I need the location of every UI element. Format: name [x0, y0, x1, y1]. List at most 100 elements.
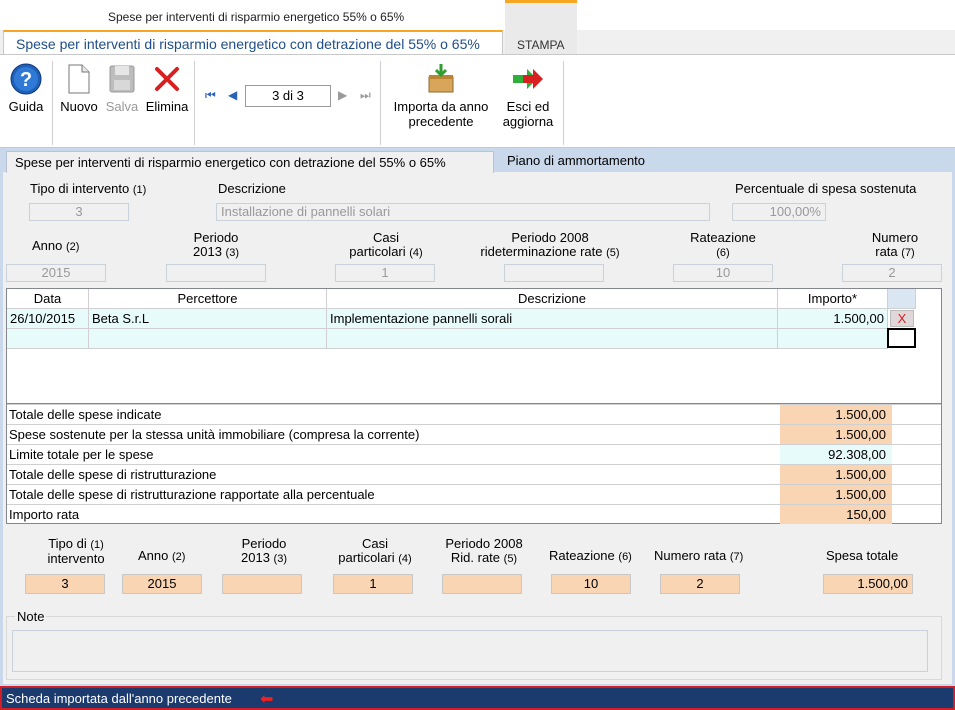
- separator: [194, 61, 195, 145]
- tab-stampa[interactable]: STAMPA: [505, 0, 577, 54]
- import-archive-icon: [428, 64, 454, 93]
- anno-field[interactable]: 2015: [6, 264, 106, 282]
- tab-stampa-label: STAMPA: [517, 38, 565, 52]
- grid-header-delete: [888, 289, 916, 309]
- separator: [563, 61, 564, 145]
- summary-tipo-field[interactable]: 3: [25, 574, 105, 594]
- total-value: 1.500,00: [780, 485, 892, 504]
- grid-focused-cell[interactable]: [887, 328, 916, 348]
- tab-main[interactable]: Spese per interventi di risparmio energe…: [3, 30, 503, 54]
- svg-text:?: ?: [20, 69, 32, 91]
- elimina-label: Elimina: [145, 99, 189, 114]
- note-label: Note: [15, 609, 47, 624]
- total-row: Totale delle spese di ristrutturazione 1.…: [7, 464, 941, 484]
- rateazione-field[interactable]: 10: [673, 264, 773, 282]
- next-record-icon[interactable]: ▶: [338, 88, 347, 102]
- total-label: Importo rata: [9, 507, 80, 522]
- subtab-spese[interactable]: Spese per interventi di risparmio energe…: [6, 151, 494, 173]
- salva-button[interactable]: Salva: [103, 63, 141, 114]
- total-label: Limite totale per le spese: [9, 447, 154, 462]
- exit-arrow-icon: [513, 69, 543, 89]
- importa-label-1: Importa da anno: [393, 99, 489, 114]
- table-cell-importo[interactable]: 1.500,00: [778, 309, 888, 329]
- note-textarea[interactable]: [12, 630, 928, 672]
- periodo-2013-field[interactable]: [166, 264, 266, 282]
- summary-anno-field[interactable]: 2015: [122, 574, 202, 594]
- expenses-grid[interactable]: Data Percettore Descrizione Importo* 26/…: [6, 288, 942, 404]
- subtab-spese-label: Spese per interventi di risparmio energe…: [15, 155, 446, 170]
- percentuale-field[interactable]: 100,00%: [732, 203, 826, 221]
- anno-label: Anno (2): [32, 238, 80, 254]
- total-label: Totale delle spese di ristrutturazione r…: [9, 487, 375, 502]
- table-cell-percettore-new[interactable]: [89, 329, 327, 349]
- toolbar-ribbon: ? Guida Nuovo Salva Elimina ⏮ ◀ 3 di 3 ▶…: [0, 54, 955, 148]
- total-value: 150,00: [780, 505, 892, 524]
- nuovo-label: Nuovo: [60, 99, 98, 114]
- new-document-icon: [68, 64, 90, 94]
- rateazione-label: Rateazione (6): [690, 230, 756, 260]
- table-cell-descrizione[interactable]: Implementazione pannelli sorali: [327, 309, 778, 329]
- status-bar: Scheda importata dall'anno precedente ⬅: [0, 686, 955, 710]
- esci-label-2: aggiorna: [502, 114, 554, 129]
- periodo-2008-field[interactable]: [504, 264, 604, 282]
- esci-button[interactable]: Esci ed aggiorna: [500, 63, 556, 129]
- descrizione-field[interactable]: Installazione di pannelli solari: [216, 203, 710, 221]
- esci-label-1: Esci ed: [506, 99, 550, 114]
- numero-rata-field[interactable]: 2: [842, 264, 942, 282]
- percentuale-label: Percentuale di spesa sostenuta: [735, 181, 917, 196]
- first-record-icon[interactable]: ⏮: [205, 88, 216, 103]
- summary-spesa-totale-field[interactable]: 1.500,00: [823, 574, 913, 594]
- casi-particolari-field[interactable]: 1: [335, 264, 435, 282]
- table-cell-percettore[interactable]: Beta S.r.L: [89, 309, 327, 329]
- left-arrow-icon: ⬅: [260, 691, 274, 708]
- numero-rata-label: Numero rata (7): [871, 230, 919, 260]
- guida-label: Guida: [8, 99, 44, 114]
- casi-particolari-label: Casi particolari (4): [349, 230, 423, 260]
- total-row: Totale delle spese di ristrutturazione r…: [7, 484, 941, 504]
- summary-rid-label: Periodo 2008 Rid. rate (5): [445, 536, 523, 566]
- delete-row-button[interactable]: X: [890, 310, 914, 327]
- nuovo-button[interactable]: Nuovo: [58, 63, 100, 114]
- guida-button[interactable]: ? Guida: [6, 63, 46, 114]
- help-icon: ?: [10, 63, 42, 95]
- total-value: 92.308,00: [780, 445, 892, 464]
- summary-casi-label: Casi particolari (4): [338, 536, 412, 566]
- elimina-button[interactable]: Elimina: [144, 63, 190, 114]
- summary-rateazione-label: Rateazione (6): [549, 548, 632, 564]
- summary-numero-rata-field[interactable]: 2: [660, 574, 740, 594]
- save-disk-icon: [109, 65, 135, 93]
- record-position[interactable]: 3 di 3: [245, 85, 331, 107]
- periodo-2013-label: Periodo 2013 (3): [193, 230, 239, 260]
- table-cell-importo-new[interactable]: [778, 329, 888, 349]
- grid-header-data[interactable]: Data: [7, 289, 89, 309]
- summary-periodo-field[interactable]: [222, 574, 302, 594]
- descrizione-label: Descrizione: [218, 181, 286, 196]
- separator: [52, 61, 53, 145]
- summary-spesa-totale-label: Spesa totale: [826, 548, 899, 563]
- total-label: Totale delle spese di ristrutturazione: [9, 467, 217, 482]
- total-value: 1.500,00: [780, 465, 892, 484]
- summary-casi-field[interactable]: 1: [333, 574, 413, 594]
- summary-rateazione-field[interactable]: 10: [551, 574, 631, 594]
- grid-header-descrizione[interactable]: Descrizione: [327, 289, 778, 309]
- prev-record-icon[interactable]: ◀: [228, 88, 237, 102]
- salva-label: Salva: [105, 99, 139, 114]
- table-cell-descrizione-new[interactable]: [327, 329, 778, 349]
- window-title: Spese per interventi di risparmio energe…: [108, 10, 405, 24]
- table-cell-data-new[interactable]: [7, 329, 89, 349]
- summary-tipo-label: Tipo di (1) intervento: [47, 536, 105, 566]
- tipo-intervento-field[interactable]: 3: [29, 203, 129, 221]
- separator: [380, 61, 381, 145]
- summary-numero-rata-label: Numero rata (7): [654, 548, 744, 564]
- subtab-piano-ammortamento[interactable]: Piano di ammortamento: [507, 153, 645, 168]
- importa-button[interactable]: Importa da anno precedente: [385, 63, 497, 129]
- last-record-icon[interactable]: ⏭: [360, 88, 371, 103]
- grid-header-importo[interactable]: Importo*: [778, 289, 888, 309]
- total-label: Totale delle spese indicate: [9, 407, 162, 422]
- table-cell-data[interactable]: 26/10/2015: [7, 309, 89, 329]
- grid-header-percettore[interactable]: Percettore: [89, 289, 327, 309]
- status-text: Scheda importata dall'anno precedente: [6, 691, 232, 706]
- tipo-intervento-label: Tipo di intervento (1): [30, 181, 147, 197]
- summary-rid-field[interactable]: [442, 574, 522, 594]
- total-row: Limite totale per le spese 92.308,00: [7, 444, 941, 464]
